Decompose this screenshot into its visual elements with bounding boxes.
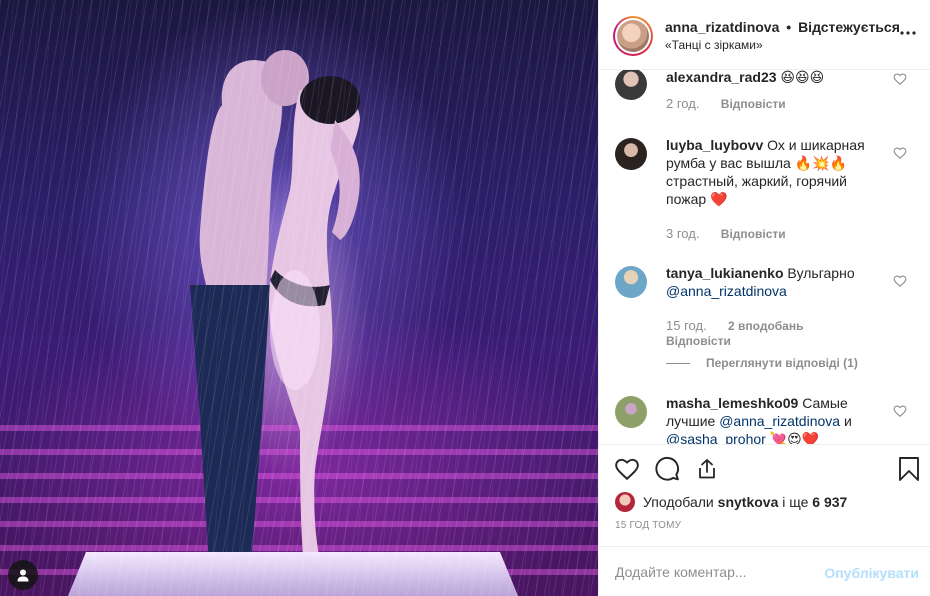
comment-likes-count[interactable]: 2 вподобань xyxy=(728,319,803,333)
commenter-username[interactable]: alexandra_rad23 xyxy=(666,70,777,85)
commenter-avatar[interactable] xyxy=(615,266,647,298)
rain-overlay xyxy=(0,0,598,596)
comment-mention[interactable]: @anna_rizatdinova xyxy=(719,413,840,429)
commenter-username[interactable]: masha_lemeshko09 xyxy=(666,395,798,411)
comment-time[interactable]: 2 год. xyxy=(666,96,699,111)
share-icon[interactable] xyxy=(693,455,721,483)
replies-divider-line xyxy=(666,362,690,364)
commenter-username[interactable]: tanya_lukianenko xyxy=(666,265,784,281)
heart-icon[interactable] xyxy=(893,146,907,160)
comment-time[interactable]: 15 год. xyxy=(666,318,707,333)
heart-icon[interactable] xyxy=(893,274,907,288)
likes-prefix: Уподобали xyxy=(643,494,714,510)
comment-text: 😆😆😆 xyxy=(780,70,825,85)
heart-icon[interactable] xyxy=(893,404,907,418)
comment-text: и xyxy=(843,413,852,429)
view-replies-button[interactable]: Переглянути відповіді (1) xyxy=(666,356,858,370)
commenter-avatar[interactable] xyxy=(615,138,647,170)
comment-text: Вульгарно xyxy=(787,265,855,281)
heart-icon[interactable] xyxy=(893,72,907,86)
likes-summary: Уподобали snytkova і ще 6 937 xyxy=(615,490,847,514)
comment-time[interactable]: 3 год. xyxy=(666,226,699,241)
likes-count[interactable]: 6 937 xyxy=(812,494,847,510)
author-username[interactable]: anna_rizatdinova xyxy=(665,19,779,35)
author-avatar-ring[interactable] xyxy=(613,16,653,56)
post-timestamp[interactable]: 15 ГОД ТОМУ xyxy=(615,520,681,531)
add-comment-bar: Опублікувати xyxy=(599,546,930,596)
author-line: anna_rizatdinova • Відстежується xyxy=(665,19,900,35)
comment-input[interactable] xyxy=(615,561,815,583)
comments-list[interactable]: alexandra_rad23 😆😆😆 2 год. Відповісти lu… xyxy=(599,70,930,444)
post-actions-bar xyxy=(599,444,930,494)
comment-text: 💘😍❤️ xyxy=(769,431,820,444)
author-avatar[interactable] xyxy=(617,20,649,52)
view-replies-label[interactable]: Переглянути відповіді (1) xyxy=(706,356,858,370)
post-side-panel: anna_rizatdinova • Відстежується «Танці … xyxy=(598,0,930,596)
bookmark-icon[interactable] xyxy=(895,455,923,483)
commenter-username[interactable]: luyba_luybovv xyxy=(666,137,763,153)
comment-mention[interactable]: @sasha_prohor xyxy=(666,431,766,444)
reply-button[interactable]: Відповісти xyxy=(666,334,731,348)
commenter-avatar[interactable] xyxy=(615,396,647,428)
liker-username[interactable]: snytkova xyxy=(718,494,779,510)
header-separator: • xyxy=(786,19,792,35)
heart-icon[interactable] xyxy=(613,455,641,483)
follow-status-button[interactable]: Відстежується xyxy=(798,19,900,35)
comment-icon[interactable] xyxy=(653,455,681,483)
commenter-avatar[interactable] xyxy=(615,70,647,100)
likes-connector: і ще xyxy=(782,494,809,510)
user-tag-icon[interactable] xyxy=(8,560,38,590)
post-location[interactable]: «Танці с зірками» xyxy=(665,38,763,52)
reply-button[interactable]: Відповісти xyxy=(721,97,786,111)
publish-button[interactable]: Опублікувати xyxy=(824,565,919,581)
comment-mention[interactable]: @anna_rizatdinova xyxy=(666,283,787,299)
reply-button[interactable]: Відповісти xyxy=(721,227,786,241)
more-horizontal-icon[interactable] xyxy=(899,24,917,42)
liker-avatar[interactable] xyxy=(615,492,635,512)
post-photo[interactable] xyxy=(0,0,598,596)
post-header: anna_rizatdinova • Відстежується «Танці … xyxy=(599,0,930,70)
